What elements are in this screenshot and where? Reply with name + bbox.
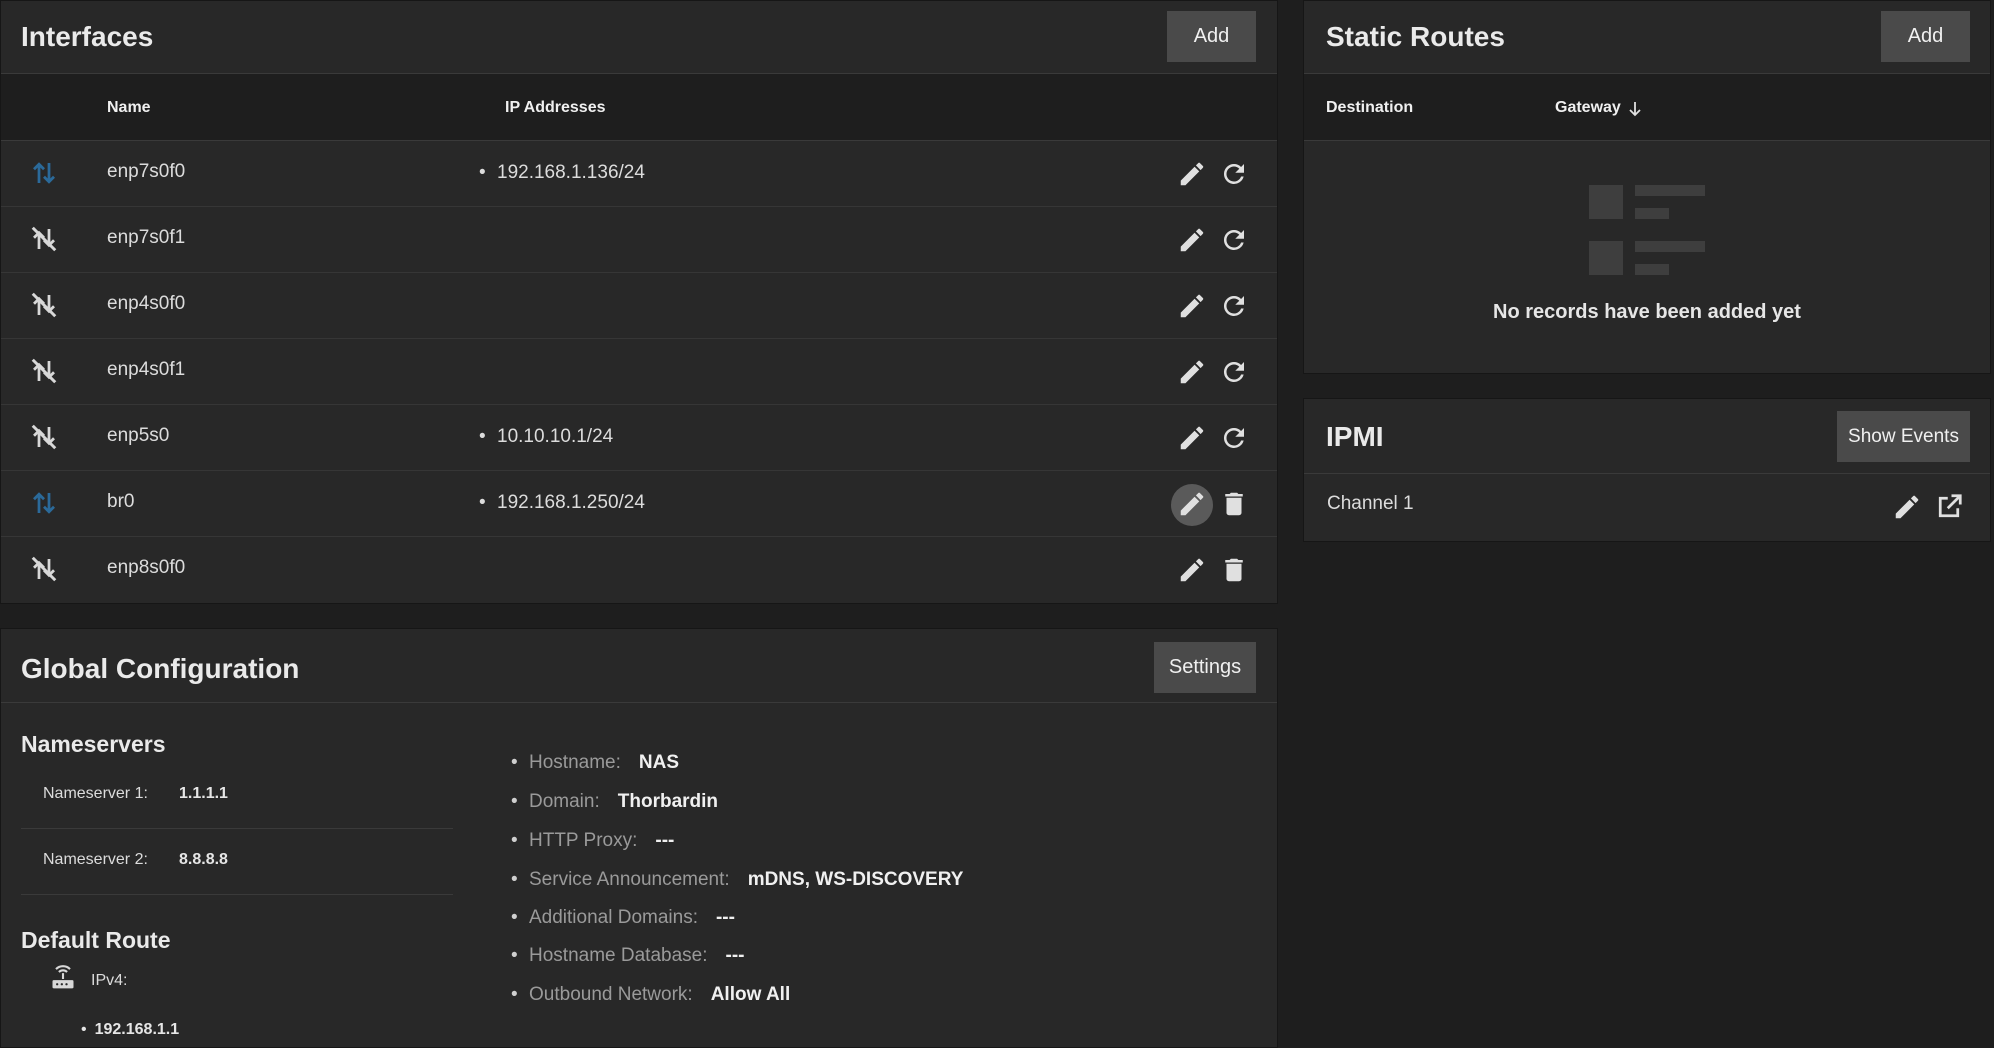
hostname-item: Hostname: NAS — [511, 752, 679, 774]
nameserver-row: Nameserver 1: 1.1.1.1 — [21, 763, 453, 829]
domain-key: Domain: — [529, 791, 600, 812]
interface-name: enp8s0f0 — [107, 557, 186, 578]
ipmi-channel-label: Channel 1 — [1327, 493, 1414, 514]
domain-value: Thorbardin — [617, 791, 719, 812]
network-off-icon — [29, 223, 59, 255]
network-off-icon — [29, 289, 59, 321]
arrow-down-icon[interactable] — [1627, 100, 1643, 118]
additional-domains-value: --- — [715, 907, 735, 928]
settings-button[interactable]: Settings — [1154, 642, 1256, 693]
interface-name: enp4s0f1 — [107, 359, 186, 380]
ipv4-bullet: • — [81, 1021, 87, 1038]
refresh-icon[interactable] — [1219, 423, 1249, 453]
ipv4-address: 192.168.1.1 — [94, 1021, 180, 1038]
open-external-icon[interactable] — [1934, 492, 1964, 522]
global-configuration-card: Global Configuration Settings Nameserver… — [0, 628, 1278, 1048]
empty-state-text: No records have been added yet — [1493, 301, 1801, 323]
interface-ip: 192.168.1.136/24 — [479, 162, 645, 184]
additional-domains-item: Additional Domains: --- — [511, 907, 735, 929]
trash-icon[interactable] — [1219, 555, 1249, 585]
table-row[interactable]: enp7s0f1 — [1, 207, 1277, 273]
service-announcement-item: Service Announcement: mDNS, WS-DISCOVERY — [511, 869, 964, 891]
pencil-icon[interactable] — [1177, 555, 1207, 585]
refresh-icon[interactable] — [1219, 357, 1249, 387]
table-row[interactable]: enp8s0f0 — [1, 537, 1277, 603]
interface-name: enp5s0 — [107, 425, 170, 446]
column-header-gateway[interactable]: Gateway — [1555, 99, 1621, 117]
http-proxy-value: --- — [655, 830, 675, 851]
outbound-network-key: Outbound Network: — [529, 984, 693, 1005]
domain-item: Domain: Thorbardin — [511, 791, 719, 813]
router-icon — [49, 965, 77, 993]
ipmi-divider — [1304, 473, 1990, 474]
table-row[interactable]: enp4s0f0 — [1, 273, 1277, 339]
service-announcement-value: mDNS, WS-DISCOVERY — [747, 869, 964, 890]
hostname-key: Hostname: — [529, 752, 621, 773]
interface-ip: 192.168.1.250/24 — [479, 492, 645, 514]
table-row[interactable]: enp5s0 10.10.10.1/24 — [1, 405, 1277, 471]
interfaces-table-header: Name IP Addresses — [1, 73, 1277, 141]
nameserver-label: Nameserver 2: — [43, 851, 148, 868]
static-routes-title: Static Routes — [1326, 21, 1505, 52]
table-row[interactable]: br0 192.168.1.250/24 — [1, 471, 1277, 537]
hostname-value: NAS — [638, 752, 679, 773]
static-routes-table-header: Destination Gateway — [1304, 73, 1990, 141]
interfaces-title: Interfaces — [21, 21, 154, 52]
network-off-icon — [29, 421, 59, 453]
column-header-destination[interactable]: Destination — [1326, 99, 1413, 117]
pencil-icon[interactable] — [1177, 423, 1207, 453]
service-announcement-key: Service Announcement: — [529, 869, 730, 890]
ipmi-title: IPMI — [1326, 421, 1384, 452]
column-header-name[interactable]: Name — [107, 99, 151, 117]
trash-icon[interactable] — [1219, 489, 1249, 519]
interface-name: enp4s0f0 — [107, 293, 186, 314]
refresh-icon[interactable] — [1219, 225, 1249, 255]
pencil-icon[interactable] — [1177, 357, 1207, 387]
http-proxy-key: HTTP Proxy: — [529, 830, 638, 851]
table-row[interactable]: enp4s0f1 — [1, 339, 1277, 405]
nameserver-value: 8.8.8.8 — [179, 851, 228, 868]
outbound-network-item: Outbound Network: Allow All — [511, 984, 791, 1006]
interface-name: enp7s0f0 — [107, 161, 186, 182]
show-events-button[interactable]: Show Events — [1837, 411, 1970, 462]
column-header-ip[interactable]: IP Addresses — [505, 99, 606, 117]
pencil-icon[interactable] — [1177, 159, 1207, 189]
refresh-icon[interactable] — [1219, 291, 1249, 321]
additional-domains-key: Additional Domains: — [529, 907, 698, 928]
default-route-heading: Default Route — [21, 927, 171, 953]
table-row[interactable]: enp7s0f0 192.168.1.136/24 — [1, 141, 1277, 207]
static-routes-card: Static Routes Add Destination Gateway No… — [1303, 0, 1991, 374]
interface-ip: 10.10.10.1/24 — [479, 426, 613, 448]
outbound-network-value: Allow All — [710, 984, 791, 1005]
nameservers-heading: Nameservers — [21, 731, 166, 757]
network-off-icon — [29, 553, 59, 585]
ipv4-value: • 192.168.1.1 — [81, 1021, 179, 1039]
global-configuration-title: Global Configuration — [21, 653, 300, 684]
hostname-database-item: Hostname Database: --- — [511, 945, 745, 967]
ipv4-label: IPv4: — [91, 972, 128, 989]
network-off-icon — [29, 355, 59, 387]
nameserver-label: Nameserver 1: — [43, 785, 148, 802]
hostname-database-value: --- — [725, 945, 745, 966]
arrows-up-down-icon — [29, 157, 59, 189]
add-interface-button[interactable]: Add — [1167, 11, 1256, 62]
refresh-icon[interactable] — [1219, 159, 1249, 189]
global-config-divider — [1, 702, 1277, 703]
empty-list-icon — [1589, 185, 1705, 275]
http-proxy-item: HTTP Proxy: --- — [511, 830, 675, 852]
hostname-database-key: Hostname Database: — [529, 945, 708, 966]
add-static-route-button[interactable]: Add — [1881, 11, 1970, 62]
pencil-icon[interactable] — [1177, 225, 1207, 255]
pencil-icon[interactable] — [1177, 291, 1207, 321]
interface-name: br0 — [107, 491, 135, 512]
interface-name: enp7s0f1 — [107, 227, 186, 248]
nameserver-row: Nameserver 2: 8.8.8.8 — [21, 829, 453, 895]
arrows-up-down-icon — [29, 487, 59, 519]
ipmi-card: IPMI Show Events Channel 1 — [1303, 398, 1991, 542]
pencil-icon[interactable] — [1177, 489, 1207, 519]
nameserver-value: 1.1.1.1 — [179, 785, 228, 802]
pencil-icon[interactable] — [1892, 492, 1922, 522]
interfaces-card: Interfaces Add Name IP Addresses enp7s0f… — [0, 0, 1278, 604]
